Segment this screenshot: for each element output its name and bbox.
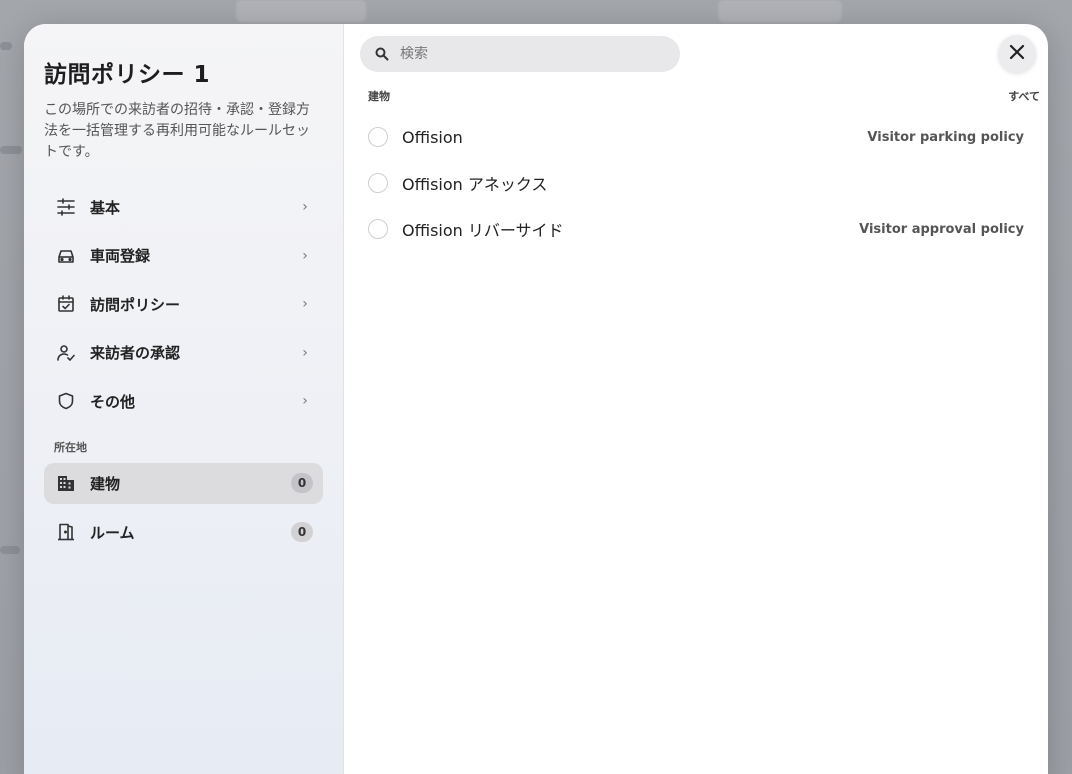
select-all-link[interactable]: すべて bbox=[1008, 88, 1040, 104]
background-tab bbox=[236, 0, 366, 22]
sidebar-item-label: 車両登録 bbox=[90, 247, 151, 266]
select-radio[interactable] bbox=[368, 219, 388, 239]
sidebar-item-label: 基本 bbox=[90, 198, 121, 217]
sidebar-item-label: 訪問ポリシー bbox=[90, 295, 181, 314]
list-header-label: 建物 bbox=[368, 90, 390, 103]
search-box[interactable] bbox=[360, 36, 680, 72]
building-name: Offision リバーサイド bbox=[402, 221, 564, 240]
sidebar-item-visit-policy[interactable]: 訪問ポリシー › bbox=[44, 280, 323, 329]
sidebar-item-label: 来訪者の承認 bbox=[90, 344, 181, 363]
list-item[interactable]: Offision アネックス bbox=[360, 160, 1048, 206]
search-icon bbox=[374, 46, 390, 62]
sidebar-nav: 基本 › 車両登録 › 訪問ポリシー › 来訪者の承認 › その他 › bbox=[44, 183, 323, 426]
chevron-right-icon: › bbox=[302, 296, 308, 313]
background-element bbox=[0, 146, 22, 154]
building-name: Offision アネックス bbox=[402, 175, 548, 194]
calendar-check-icon bbox=[56, 294, 76, 314]
chevron-right-icon: › bbox=[302, 393, 308, 410]
assigned-policy: Visitor parking policy bbox=[867, 129, 1024, 145]
list-header: 建物 すべて bbox=[360, 88, 1048, 104]
close-button[interactable] bbox=[998, 35, 1036, 73]
door-icon bbox=[56, 522, 76, 542]
count-badge: 0 bbox=[291, 522, 313, 542]
sidebar-item-label: 建物 bbox=[90, 474, 121, 493]
background-tab bbox=[718, 0, 842, 22]
sidebar-item-basic[interactable]: 基本 › bbox=[44, 183, 323, 232]
sidebar-item-rooms[interactable]: ルーム 0 bbox=[44, 512, 323, 553]
chevron-right-icon: › bbox=[302, 199, 308, 216]
building-icon bbox=[56, 473, 76, 493]
list-item[interactable]: Offision リバーサイド Visitor approval policy bbox=[360, 206, 1048, 252]
dialog-main: 建物 すべて Offision Visitor parking policy O… bbox=[344, 24, 1048, 774]
dialog-sidebar: 訪問ポリシー 1 この場所での来訪者の招待・承認・登録方法を一括管理する再利用可… bbox=[24, 24, 344, 774]
assigned-policy: Visitor approval policy bbox=[859, 221, 1024, 237]
chevron-right-icon: › bbox=[302, 247, 308, 264]
user-check-icon bbox=[56, 343, 76, 363]
background-element bbox=[0, 546, 20, 554]
building-list: Offision Visitor parking policy Offision… bbox=[360, 114, 1048, 252]
search-input[interactable] bbox=[400, 46, 660, 62]
car-icon bbox=[56, 246, 76, 266]
visit-policy-dialog: 訪問ポリシー 1 この場所での来訪者の招待・承認・登録方法を一括管理する再利用可… bbox=[24, 24, 1048, 774]
list-item[interactable]: Offision Visitor parking policy bbox=[360, 114, 1048, 160]
select-radio[interactable] bbox=[368, 173, 388, 193]
sidebar-item-buildings[interactable]: 建物 0 bbox=[44, 462, 323, 504]
chevron-right-icon: › bbox=[302, 344, 308, 361]
sliders-icon bbox=[56, 197, 76, 217]
sidebar-item-label: その他 bbox=[90, 392, 136, 411]
sidebar-item-other[interactable]: その他 › bbox=[44, 377, 323, 426]
sidebar-item-vehicle-registration[interactable]: 車両登録 › bbox=[44, 232, 323, 281]
close-icon bbox=[1009, 44, 1025, 64]
count-badge: 0 bbox=[291, 473, 313, 493]
policy-description: この場所での来訪者の招待・承認・登録方法を一括管理する再利用可能なルールセットで… bbox=[44, 102, 310, 160]
sidebar-item-label: ルーム bbox=[90, 523, 135, 542]
shield-icon bbox=[56, 391, 76, 411]
background-element bbox=[0, 42, 12, 50]
building-name: Offision bbox=[402, 127, 463, 147]
sidebar-item-visitor-approval[interactable]: 来訪者の承認 › bbox=[44, 329, 323, 378]
select-radio[interactable] bbox=[368, 127, 388, 147]
locations-section-label: 所在地 bbox=[54, 440, 87, 454]
policy-title: 訪問ポリシー 1 bbox=[44, 62, 211, 88]
